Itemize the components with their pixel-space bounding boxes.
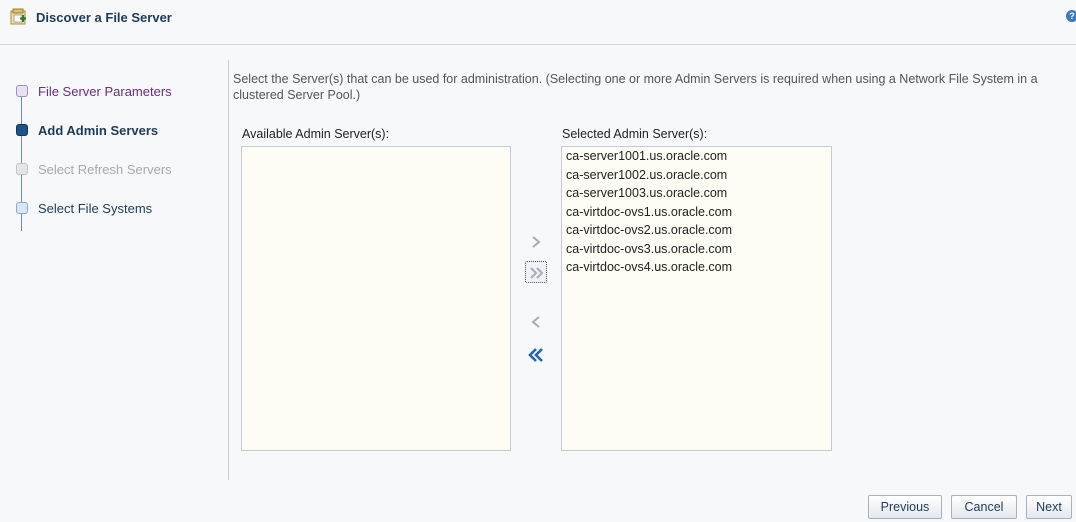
list-item[interactable]: ca-server1003.us.oracle.com: [562, 184, 831, 203]
train-step-label: Add Admin Servers: [38, 123, 159, 138]
step-disabled-icon: [16, 163, 28, 175]
list-item[interactable]: ca-virtdoc-ovs3.us.oracle.com: [562, 240, 831, 259]
help-icon[interactable]: ?: [1066, 10, 1076, 22]
next-button[interactable]: Next: [1026, 495, 1072, 519]
available-servers-list[interactable]: [241, 146, 511, 451]
train-step-label: Select Refresh Servers: [38, 162, 172, 177]
train-divider: [228, 60, 229, 480]
previous-button[interactable]: Previous: [868, 495, 942, 519]
step-visited-icon: [16, 85, 28, 97]
wizard-train: File Server Parameters Add Admin Servers…: [0, 60, 225, 260]
step-current-icon: [16, 124, 28, 136]
selected-servers-label: Selected Admin Server(s):: [562, 127, 708, 141]
list-item[interactable]: ca-virtdoc-ovs4.us.oracle.com: [562, 258, 831, 277]
instructions-text: Select the Server(s) that can be used fo…: [233, 72, 1038, 102]
list-item[interactable]: ca-virtdoc-ovs2.us.oracle.com: [562, 221, 831, 240]
move-all-left-icon: [528, 348, 543, 362]
dialog-header: Discover a File Server ?: [0, 0, 1076, 45]
move-right-button[interactable]: [525, 231, 547, 253]
move-all-left-button[interactable]: [525, 344, 547, 366]
move-left-icon: [531, 316, 540, 328]
list-item[interactable]: ca-virtdoc-ovs1.us.oracle.com: [562, 203, 831, 222]
move-left-button[interactable]: [525, 311, 547, 333]
move-all-right-button[interactable]: [525, 261, 547, 283]
cancel-button[interactable]: Cancel: [951, 495, 1017, 519]
file-server-discover-icon: [10, 8, 28, 26]
dialog-title: Discover a File Server: [36, 10, 172, 25]
list-item[interactable]: ca-server1002.us.oracle.com: [562, 166, 831, 185]
selected-servers-list[interactable]: ca-server1001.us.oracle.com ca-server100…: [561, 146, 832, 451]
train-step-label: File Server Parameters: [38, 84, 172, 99]
list-item[interactable]: ca-server1001.us.oracle.com: [562, 147, 831, 166]
available-servers-label: Available Admin Server(s):: [242, 127, 390, 141]
step-next-icon: [16, 202, 28, 214]
train-step-label: Select File Systems: [38, 201, 153, 216]
move-all-right-icon: [530, 267, 544, 279]
move-right-icon: [532, 236, 541, 248]
